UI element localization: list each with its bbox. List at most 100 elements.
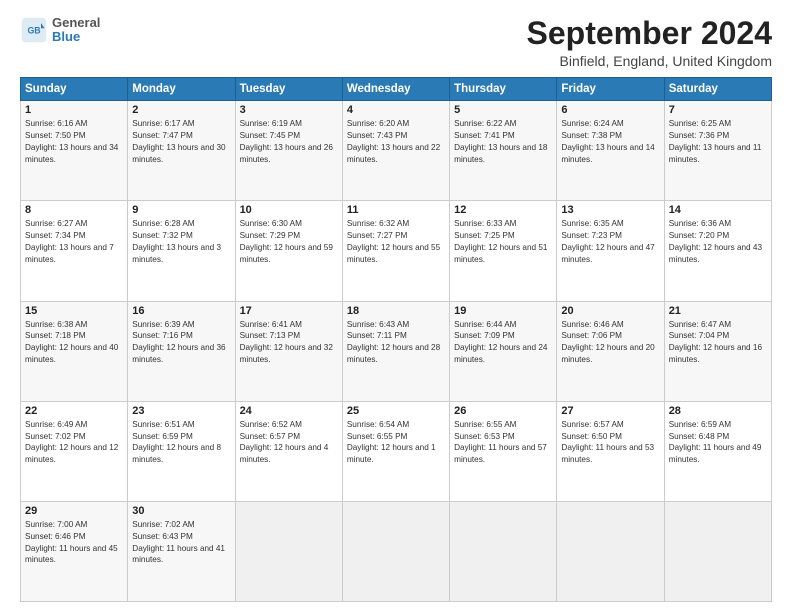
table-row: 16 Sunrise: 6:39 AMSunset: 7:16 PMDayligh…: [128, 301, 235, 401]
day-number: 23: [132, 405, 230, 417]
cell-info: Sunrise: 6:43 AMSunset: 7:11 PMDaylight:…: [347, 319, 445, 367]
table-row: 20 Sunrise: 6:46 AMSunset: 7:06 PMDayligh…: [557, 301, 664, 401]
cell-info: Sunrise: 6:39 AMSunset: 7:16 PMDaylight:…: [132, 319, 230, 367]
col-monday: Monday: [128, 78, 235, 101]
table-row: 13 Sunrise: 6:35 AMSunset: 7:23 PMDayligh…: [557, 201, 664, 301]
cell-info: Sunrise: 6:24 AMSunset: 7:38 PMDaylight:…: [561, 118, 659, 166]
cell-info: Sunrise: 6:27 AMSunset: 7:34 PMDaylight:…: [25, 218, 123, 266]
calendar-week-row: 1 Sunrise: 6:16 AMSunset: 7:50 PMDaylight…: [21, 101, 772, 201]
cell-info: Sunrise: 6:20 AMSunset: 7:43 PMDaylight:…: [347, 118, 445, 166]
cell-info: Sunrise: 6:47 AMSunset: 7:04 PMDaylight:…: [669, 319, 767, 367]
table-row: 8 Sunrise: 6:27 AMSunset: 7:34 PMDaylight…: [21, 201, 128, 301]
day-number: 22: [25, 405, 123, 417]
day-number: 3: [240, 104, 338, 116]
calendar-week-row: 22 Sunrise: 6:49 AMSunset: 7:02 PMDayligh…: [21, 401, 772, 501]
table-row: 28Sunrise: 6:59 AMSunset: 6:48 PMDayligh…: [664, 401, 771, 501]
cell-info: Sunrise: 6:32 AMSunset: 7:27 PMDaylight:…: [347, 218, 445, 266]
day-number: 7: [669, 104, 767, 116]
day-number: 1: [25, 104, 123, 116]
day-number: 14: [669, 204, 767, 216]
table-row: 11 Sunrise: 6:32 AMSunset: 7:27 PMDayligh…: [342, 201, 449, 301]
cell-info: Sunrise: 6:49 AMSunset: 7:02 PMDaylight:…: [25, 419, 123, 467]
logo: GB General Blue: [20, 16, 100, 45]
table-row: [557, 501, 664, 601]
table-row: 30 Sunrise: 7:02 AMSunset: 6:43 PMDayligh…: [128, 501, 235, 601]
table-row: 15 Sunrise: 6:38 AMSunset: 7:18 PMDayligh…: [21, 301, 128, 401]
day-number: 24: [240, 405, 338, 417]
day-number: 13: [561, 204, 659, 216]
table-row: 10 Sunrise: 6:30 AMSunset: 7:29 PMDayligh…: [235, 201, 342, 301]
calendar-week-row: 8 Sunrise: 6:27 AMSunset: 7:34 PMDaylight…: [21, 201, 772, 301]
cell-info: Sunrise: 7:02 AMSunset: 6:43 PMDaylight:…: [132, 519, 230, 567]
calendar-week-row: 29Sunrise: 7:00 AMSunset: 6:46 PMDayligh…: [21, 501, 772, 601]
table-row: 1 Sunrise: 6:16 AMSunset: 7:50 PMDaylight…: [21, 101, 128, 201]
table-row: 23 Sunrise: 6:51 AMSunset: 6:59 PMDayligh…: [128, 401, 235, 501]
cell-info: Sunrise: 6:54 AMSunset: 6:55 PMDaylight:…: [347, 419, 445, 467]
cell-info: Sunrise: 6:22 AMSunset: 7:41 PMDaylight:…: [454, 118, 552, 166]
cell-info: Sunrise: 6:51 AMSunset: 6:59 PMDaylight:…: [132, 419, 230, 467]
day-number: 11: [347, 204, 445, 216]
table-row: [342, 501, 449, 601]
table-row: 14Sunrise: 6:36 AMSunset: 7:20 PMDayligh…: [664, 201, 771, 301]
cell-info: Sunrise: 6:16 AMSunset: 7:50 PMDaylight:…: [25, 118, 123, 166]
day-number: 20: [561, 305, 659, 317]
cell-info: Sunrise: 6:46 AMSunset: 7:06 PMDaylight:…: [561, 319, 659, 367]
cell-info: Sunrise: 6:25 AMSunset: 7:36 PMDaylight:…: [669, 118, 767, 166]
col-friday: Friday: [557, 78, 664, 101]
day-number: 6: [561, 104, 659, 116]
table-row: 27Sunrise: 6:57 AMSunset: 6:50 PMDayligh…: [557, 401, 664, 501]
col-wednesday: Wednesday: [342, 78, 449, 101]
col-tuesday: Tuesday: [235, 78, 342, 101]
day-number: 2: [132, 104, 230, 116]
table-row: [450, 501, 557, 601]
table-row: 19 Sunrise: 6:44 AMSunset: 7:09 PMDayligh…: [450, 301, 557, 401]
table-row: 24 Sunrise: 6:52 AMSunset: 6:57 PMDayligh…: [235, 401, 342, 501]
col-sunday: Sunday: [21, 78, 128, 101]
table-row: 2Sunrise: 6:17 AMSunset: 7:47 PMDaylight…: [128, 101, 235, 201]
cell-info: Sunrise: 6:44 AMSunset: 7:09 PMDaylight:…: [454, 319, 552, 367]
location: Binfield, England, United Kingdom: [527, 53, 772, 69]
day-number: 16: [132, 305, 230, 317]
col-saturday: Saturday: [664, 78, 771, 101]
logo-text: General Blue: [52, 16, 100, 45]
day-number: 30: [132, 505, 230, 517]
cell-info: Sunrise: 6:52 AMSunset: 6:57 PMDaylight:…: [240, 419, 338, 467]
day-number: 10: [240, 204, 338, 216]
cell-info: Sunrise: 6:35 AMSunset: 7:23 PMDaylight:…: [561, 218, 659, 266]
table-row: 5Sunrise: 6:22 AMSunset: 7:41 PMDaylight…: [450, 101, 557, 201]
month-title: September 2024: [527, 16, 772, 51]
table-row: 7 Sunrise: 6:25 AMSunset: 7:36 PMDaylight…: [664, 101, 771, 201]
calendar-header-row: Sunday Monday Tuesday Wednesday Thursday…: [21, 78, 772, 101]
logo-icon: GB: [20, 16, 48, 44]
table-row: 26 Sunrise: 6:55 AMSunset: 6:53 PMDayligh…: [450, 401, 557, 501]
day-number: 4: [347, 104, 445, 116]
table-row: 17 Sunrise: 6:41 AMSunset: 7:13 PMDayligh…: [235, 301, 342, 401]
cell-info: Sunrise: 6:38 AMSunset: 7:18 PMDaylight:…: [25, 319, 123, 367]
table-row: 18 Sunrise: 6:43 AMSunset: 7:11 PMDayligh…: [342, 301, 449, 401]
cell-info: Sunrise: 6:41 AMSunset: 7:13 PMDaylight:…: [240, 319, 338, 367]
cell-info: Sunrise: 6:28 AMSunset: 7:32 PMDaylight:…: [132, 218, 230, 266]
cell-info: Sunrise: 6:30 AMSunset: 7:29 PMDaylight:…: [240, 218, 338, 266]
day-number: 15: [25, 305, 123, 317]
table-row: 25Sunrise: 6:54 AMSunset: 6:55 PMDayligh…: [342, 401, 449, 501]
table-row: 4 Sunrise: 6:20 AMSunset: 7:43 PMDaylight…: [342, 101, 449, 201]
svg-text:GB: GB: [27, 26, 40, 36]
day-number: 18: [347, 305, 445, 317]
table-row: 29Sunrise: 7:00 AMSunset: 6:46 PMDayligh…: [21, 501, 128, 601]
day-number: 19: [454, 305, 552, 317]
table-row: 12 Sunrise: 6:33 AMSunset: 7:25 PMDayligh…: [450, 201, 557, 301]
day-number: 26: [454, 405, 552, 417]
day-number: 9: [132, 204, 230, 216]
day-number: 12: [454, 204, 552, 216]
cell-info: Sunrise: 6:33 AMSunset: 7:25 PMDaylight:…: [454, 218, 552, 266]
table-row: 9 Sunrise: 6:28 AMSunset: 7:32 PMDaylight…: [128, 201, 235, 301]
table-row: 22 Sunrise: 6:49 AMSunset: 7:02 PMDayligh…: [21, 401, 128, 501]
day-number: 17: [240, 305, 338, 317]
table-row: 3Sunrise: 6:19 AMSunset: 7:45 PMDaylight…: [235, 101, 342, 201]
day-number: 27: [561, 405, 659, 417]
day-number: 8: [25, 204, 123, 216]
day-number: 21: [669, 305, 767, 317]
day-number: 29: [25, 505, 123, 517]
table-row: [235, 501, 342, 601]
cell-info: Sunrise: 6:55 AMSunset: 6:53 PMDaylight:…: [454, 419, 552, 467]
